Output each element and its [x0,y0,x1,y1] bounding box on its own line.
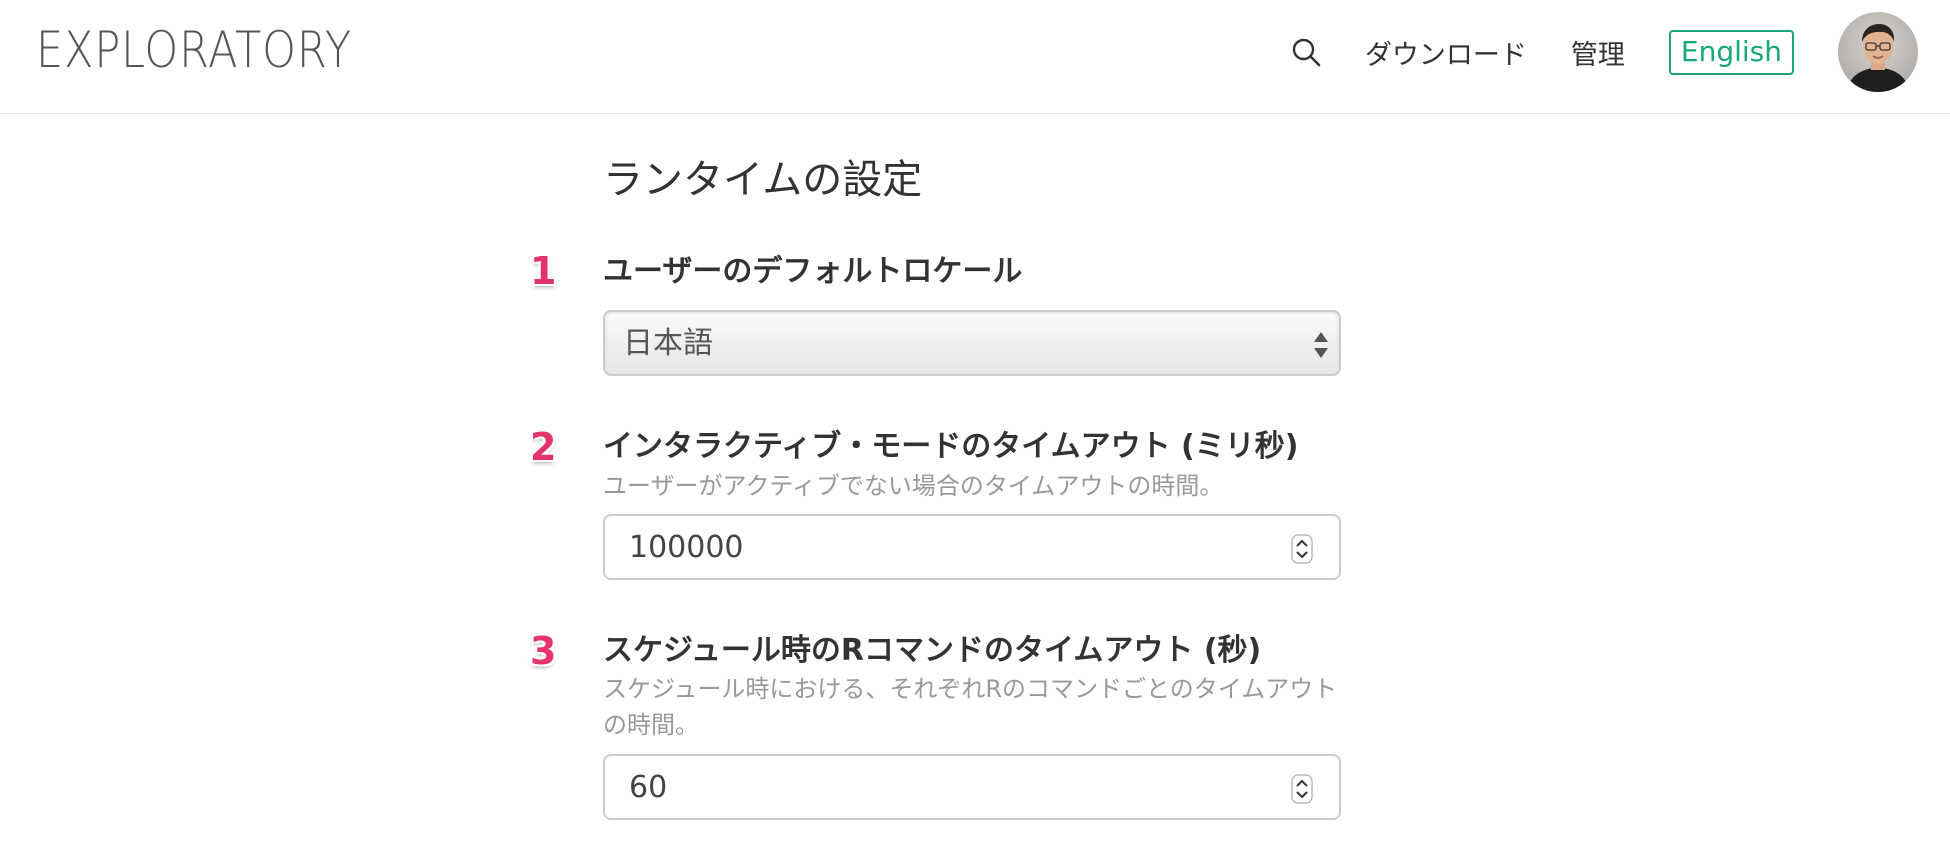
nav-admin-link[interactable]: 管理 [1571,33,1625,72]
step-badge-1: 1 [530,249,557,293]
step-badge-3: 3 [530,629,557,673]
language-switch-button[interactable]: English [1668,29,1794,75]
top-nav: ダウンロード 管理 English [1289,12,1918,92]
locale-label: ユーザーのデフォルトロケール [603,254,1023,289]
interactive-timeout-description: ユーザーがアクティブでない場合のタイムアウトの時間。 [603,472,1224,500]
app-logo[interactable]: EXPLORATORY [36,22,352,78]
search-icon[interactable] [1289,35,1323,69]
nav-download-link[interactable]: ダウンロード [1365,33,1527,72]
interactive-timeout-input[interactable]: 100000 [603,514,1341,580]
select-arrows-icon [1313,330,1329,360]
top-header: EXPLORATORY ダウンロード 管理 English [0,0,1950,114]
r-command-timeout-description: スケジュール時における、それぞれRのコマンドごとのタイムアウトの時間。 [603,675,1338,739]
step-badge-2: 2 [530,425,557,469]
locale-select[interactable]: 日本語 [603,310,1341,376]
number-spinner-icon[interactable] [1291,774,1313,804]
r-command-timeout-input[interactable]: 60 [603,754,1341,820]
r-command-timeout-value: 60 [629,770,668,805]
user-avatar[interactable] [1838,12,1918,92]
r-command-timeout-label: スケジュール時のRコマンドのタイムアウト (秒) [603,633,1262,668]
page-title: ランタイムの設定 [603,157,923,203]
number-spinner-icon[interactable] [1291,534,1313,564]
interactive-timeout-value: 100000 [629,530,744,565]
locale-select-value: 日本語 [623,326,713,361]
interactive-timeout-label: インタラクティブ・モードのタイムアウト (ミリ秒) [603,429,1299,464]
